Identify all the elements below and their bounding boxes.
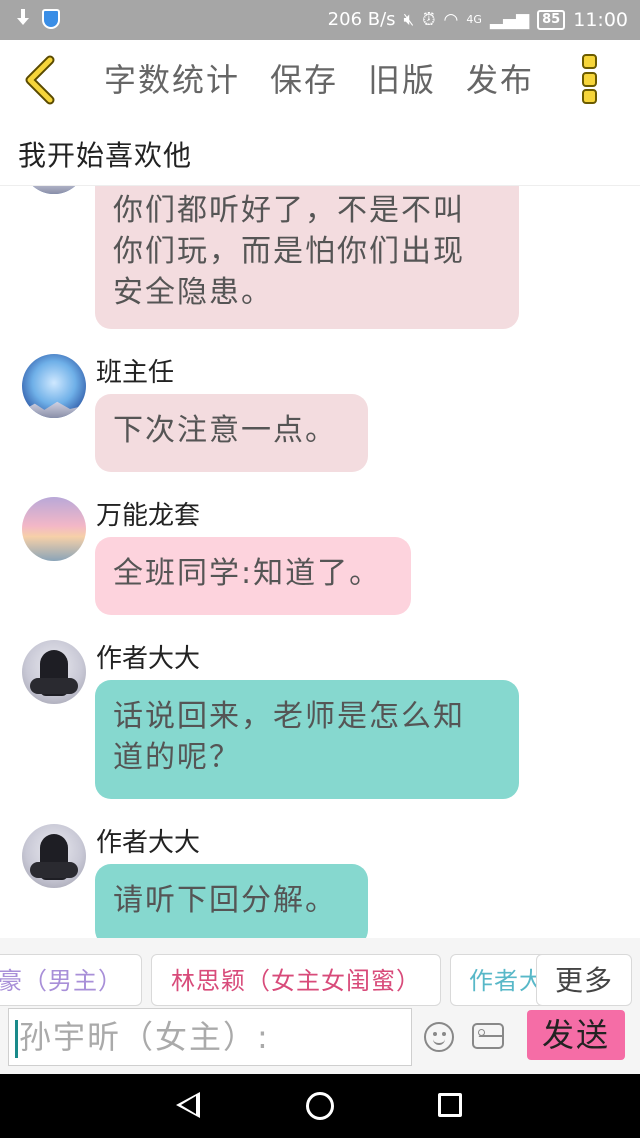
download-icon (14, 8, 32, 30)
sender-name: 万能龙套 (96, 501, 201, 531)
message-line: 请听下回分解。 (113, 883, 337, 918)
publish-button[interactable]: 发布 (466, 57, 534, 103)
battery-icon: 85 (537, 10, 566, 30)
message-bubble[interactable]: 全班同学:知道了。 (95, 537, 411, 615)
message-bubble[interactable]: 你们都听好了，不是不叫 你们玩，而是怕你们出现 安全隐患。 (95, 186, 519, 329)
title-row: 我开始喜欢他 (0, 120, 640, 186)
word-count-button[interactable]: 字数统计 (104, 57, 240, 103)
wifi-icon: ◠ (443, 10, 459, 30)
girl-avatar[interactable] (22, 824, 86, 888)
send-button[interactable]: 发送 (527, 1010, 625, 1060)
status-left-icons (14, 8, 60, 30)
message-line: 你们都听好了，不是不叫 (113, 193, 465, 228)
story-title[interactable]: 我开始喜欢他 (18, 134, 192, 174)
chevron-left-icon (25, 55, 55, 105)
recent-square-icon[interactable] (438, 1093, 462, 1117)
mute-icon: 🔇︎ (403, 10, 415, 30)
role-chip-bar[interactable]: 豪（男主） 林思颖（女主女闺蜜） 作者大 更多 (0, 938, 640, 1008)
chat-list[interactable]: 你们都听好了，不是不叫 你们玩，而是怕你们出现 安全隐患。 班主任 下次注意一点… (0, 186, 640, 938)
role-chip[interactable]: 林思颖（女主女闺蜜） (151, 954, 441, 1006)
message-bubble[interactable]: 请听下回分解。 (95, 864, 368, 938)
clock: 11:00 (573, 9, 628, 31)
text-caret (15, 1020, 18, 1058)
back-button[interactable] (18, 52, 68, 108)
landscape-avatar[interactable] (22, 354, 86, 418)
signal-icon: ▂▄▆ (489, 10, 530, 30)
network-speed: 206 B/s (327, 9, 396, 30)
home-circle-icon[interactable] (306, 1092, 334, 1120)
message-line: 你们玩，而是怕你们出现 (113, 234, 465, 269)
message-line: 道的呢？ (113, 740, 241, 775)
more-vertical-icon[interactable] (576, 54, 602, 104)
sender-name: 作者大大 (96, 828, 201, 858)
sunset-avatar[interactable] (22, 497, 86, 561)
save-button[interactable]: 保存 (270, 57, 338, 103)
message-input[interactable]: 孙宇昕（女主）: (8, 1008, 412, 1066)
girl-avatar[interactable] (22, 640, 86, 704)
message-line: 安全隐患。 (113, 275, 273, 310)
message-bubble[interactable]: 话说回来，老师是怎么知 道的呢？ (95, 680, 519, 799)
network-type: 4G (466, 13, 482, 26)
role-chip[interactable]: 豪（男主） (0, 954, 142, 1006)
status-right: 206 B/s 🔇︎ ⏰︎ ◠ 4G ▂▄▆ 85 11:00 (328, 7, 628, 33)
old-version-button[interactable]: 旧版 (368, 57, 436, 103)
emoji-icon[interactable] (424, 1022, 454, 1052)
sender-name: 作者大大 (96, 644, 201, 674)
message-line: 话说回来，老师是怎么知 (113, 699, 465, 734)
landscape-avatar[interactable] (22, 186, 86, 194)
top-toolbar: 字数统计 保存 旧版 发布 (0, 40, 640, 120)
sender-name: 班主任 (96, 358, 175, 388)
image-icon[interactable] (472, 1023, 504, 1049)
message-line: 下次注意一点。 (113, 413, 337, 448)
compose-bar: 孙宇昕（女主）: 发送 (0, 1008, 640, 1074)
message-line: 全班同学:知道了。 (113, 556, 382, 591)
more-roles-button[interactable]: 更多 (536, 954, 632, 1006)
status-bar: 206 B/s 🔇︎ ⏰︎ ◠ 4G ▂▄▆ 85 11:00 (0, 0, 640, 40)
shield-icon (42, 9, 60, 29)
system-nav-bar (0, 1074, 640, 1138)
message-bubble[interactable]: 下次注意一点。 (95, 394, 368, 472)
alarm-icon: ⏰︎ (422, 10, 436, 30)
back-triangle-inner (181, 1096, 196, 1114)
